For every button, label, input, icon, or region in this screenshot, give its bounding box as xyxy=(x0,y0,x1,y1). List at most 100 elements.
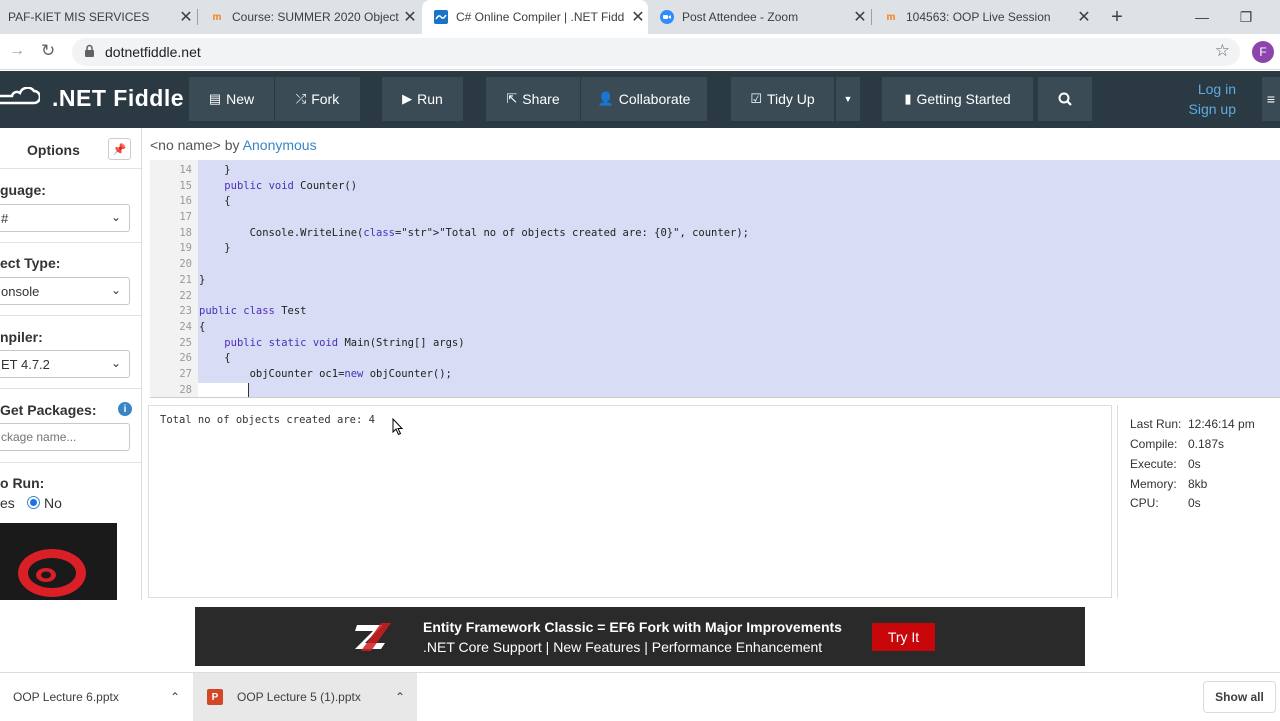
close-tab-icon[interactable]: ✕ xyxy=(176,7,196,27)
caret-down-icon: ▼ xyxy=(843,94,853,104)
fork-button[interactable]: ⤮ Fork xyxy=(275,77,360,121)
bookmark-star-icon[interactable]: ☆ xyxy=(1215,41,1230,61)
line-number-gutter: 14 15 16 17 18 19 20 21 22 23 24 25 26 2… xyxy=(150,160,198,397)
browser-toolbar: → ↻ dotnetfiddle.net ☆ F xyxy=(0,34,1280,70)
chevron-up-icon[interactable]: ⌃ xyxy=(160,690,190,704)
line-number: 28 xyxy=(179,384,192,396)
auth-links: Log in Sign up xyxy=(1170,79,1236,119)
compiler-select[interactable]: ET 4.7.2 ⌄ xyxy=(0,350,130,378)
restore-button[interactable]: ❐ xyxy=(1226,0,1266,34)
project-type-value: onsole xyxy=(1,283,40,299)
new-button[interactable]: ▤ New xyxy=(189,77,274,121)
stat-execute: Execute: 0s xyxy=(1130,457,1201,471)
file-icon: ▤ xyxy=(208,91,222,106)
stat-label: Last Run: xyxy=(1130,417,1182,431)
auto-run-yes-label[interactable]: es xyxy=(0,495,15,511)
menu-button[interactable]: ≡ xyxy=(1262,77,1280,121)
close-tab-icon[interactable]: ✕ xyxy=(400,7,420,27)
tidy-up-button[interactable]: ☑ Tidy Up xyxy=(731,77,834,121)
code-line: { xyxy=(199,195,231,207)
sidebar-ad-image[interactable] xyxy=(0,523,117,600)
line-number: 15 xyxy=(179,180,192,192)
ad-subline: .NET Core Support | New Features | Perfo… xyxy=(423,639,823,655)
tidy-up-dropdown[interactable]: ▼ xyxy=(836,77,860,121)
line-number: 22 xyxy=(179,290,192,302)
browser-tab-strip: PAF-KIET MIS SERVICES ✕ m Course: SUMMER… xyxy=(0,0,1280,34)
minimize-button[interactable]: — xyxy=(1182,0,1222,34)
browser-tab[interactable]: m 104563: OOP Live Session ✕ xyxy=(872,0,1094,34)
project-type-label: ect Type: xyxy=(0,255,61,271)
user-icon: 👤 xyxy=(597,91,614,106)
line-number: 21 xyxy=(179,274,192,286)
tab-title: 104563: OOP Live Session xyxy=(906,10,1051,24)
show-all-button[interactable]: Show all xyxy=(1203,681,1276,713)
stat-memory: Memory: 8kb xyxy=(1130,477,1207,491)
search-button[interactable] xyxy=(1038,77,1092,121)
line-number: 27 xyxy=(179,368,192,380)
share-button[interactable]: ⇱ Share xyxy=(486,77,580,121)
language-select[interactable]: # ⌄ xyxy=(0,204,130,232)
chevron-up-icon[interactable]: ⌃ xyxy=(383,690,417,704)
browser-tab[interactable]: PAF-KIET MIS SERVICES ✕ xyxy=(0,0,196,34)
tab-title: PAF-KIET MIS SERVICES xyxy=(8,10,150,24)
shuffle-icon: ⤮ xyxy=(295,91,307,106)
code-editor[interactable]: 14 15 16 17 18 19 20 21 22 23 24 25 26 2… xyxy=(150,160,1280,398)
download-item[interactable]: P OOP Lecture 5 (1).pptx ⌃ xyxy=(193,673,417,721)
stat-cpu: CPU: 0s xyxy=(1130,496,1201,510)
stat-value: 12:46:14 pm xyxy=(1188,417,1255,431)
collaborate-button[interactable]: 👤 Collaborate xyxy=(581,77,707,121)
line-number: 26 xyxy=(179,352,192,364)
getting-started-label: Getting Started xyxy=(916,91,1011,107)
browser-tab[interactable]: Post Attendee - Zoom ✕ xyxy=(648,0,870,34)
divider xyxy=(0,315,141,316)
package-name-input[interactable] xyxy=(0,423,130,451)
profile-avatar[interactable]: F xyxy=(1252,41,1274,63)
log-in-link[interactable]: Log in xyxy=(1170,79,1236,99)
adobe-creative-cloud-logo xyxy=(0,523,117,600)
sign-up-link[interactable]: Sign up xyxy=(1170,99,1236,119)
divider xyxy=(0,168,141,169)
play-icon: ▶ xyxy=(402,91,413,106)
run-button[interactable]: ▶ Run xyxy=(382,77,463,121)
new-tab-button[interactable]: + xyxy=(1097,0,1137,34)
auto-run-no-radio[interactable] xyxy=(27,496,40,509)
auto-run-no-label[interactable]: No xyxy=(44,495,62,511)
forward-icon[interactable]: → xyxy=(9,42,25,60)
reload-icon[interactable]: ↻ xyxy=(41,41,55,61)
stat-label: Execute: xyxy=(1130,457,1177,471)
address-bar[interactable]: dotnetfiddle.net ☆ xyxy=(72,38,1240,66)
brand-title: .NET Fiddle xyxy=(52,85,184,111)
browser-tab[interactable]: m Course: SUMMER 2020 Object ✕ xyxy=(198,0,420,34)
line-number: 16 xyxy=(179,195,192,207)
moodle-icon: m xyxy=(212,11,222,23)
code-line: objCounter oc1=new objCounter(); xyxy=(199,368,452,380)
info-icon[interactable]: i xyxy=(118,402,132,416)
divider xyxy=(0,388,141,389)
download-filename: OOP Lecture 6.pptx xyxy=(13,690,119,704)
divider xyxy=(0,462,141,463)
download-shelf: OOP Lecture 6.pptx ⌃ P OOP Lecture 5 (1)… xyxy=(0,672,1280,721)
close-tab-icon[interactable]: ✕ xyxy=(1074,7,1094,27)
fiddle-navbar: .NET Fiddle ▤ New ⤮ Fork ▶ Run ⇱ Share 👤 Coll… xyxy=(0,71,1280,128)
project-type-select[interactable]: onsole ⌄ xyxy=(0,277,130,305)
selection-gap xyxy=(198,383,248,397)
getting-started-button[interactable]: ▮ Getting Started xyxy=(882,77,1033,121)
browser-tab-active[interactable]: C# Online Compiler | .NET Fidd ✕ xyxy=(422,0,648,34)
download-item[interactable]: OOP Lecture 6.pptx ⌃ xyxy=(0,673,190,721)
fiddle-title: <no name> by Anonymous xyxy=(150,137,317,153)
close-tab-icon[interactable]: ✕ xyxy=(850,7,870,27)
tab-title: C# Online Compiler | .NET Fidd xyxy=(456,10,625,24)
code-line: { xyxy=(199,352,231,364)
try-it-button[interactable]: Try It xyxy=(872,623,935,651)
by-label: by xyxy=(224,137,240,153)
pin-button[interactable]: 📌 xyxy=(108,138,131,160)
author-link[interactable]: Anonymous xyxy=(243,137,317,153)
fiddle-name[interactable]: <no name> xyxy=(150,137,221,153)
ad-banner[interactable]: Entity Framework Classic = EF6 Fork with… xyxy=(195,607,1085,666)
line-number: 23 xyxy=(179,305,192,317)
code-area[interactable]: } public void Counter() { Console.WriteL… xyxy=(198,160,1280,397)
stat-label: Memory: xyxy=(1130,477,1177,491)
chevron-down-icon: ⌄ xyxy=(110,210,121,224)
close-tab-icon[interactable]: ✕ xyxy=(628,7,648,27)
output-panel[interactable]: Total no of objects created are: 4 xyxy=(148,405,1112,598)
